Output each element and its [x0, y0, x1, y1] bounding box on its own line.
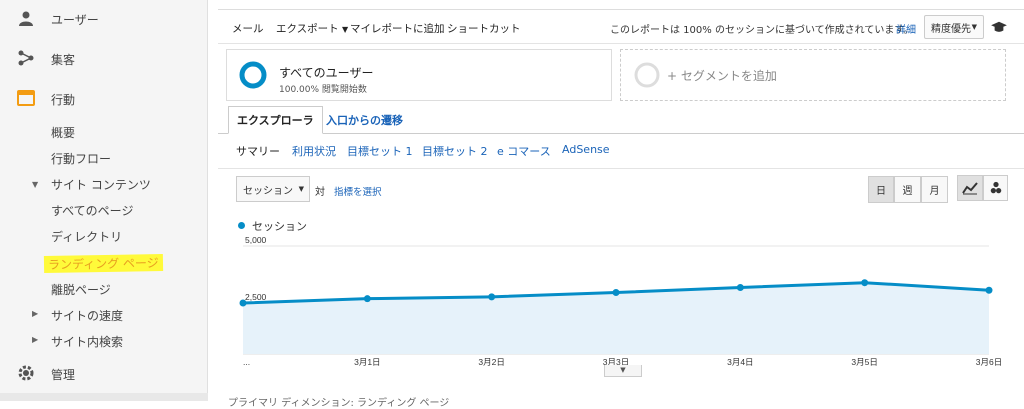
precision-select-value: 精度優先	[931, 23, 971, 35]
legend-label: セッション	[252, 220, 307, 233]
sidebar-item-label: 集客	[51, 53, 76, 67]
sidebar-item-behavior[interactable]: 行動	[0, 78, 208, 116]
data-point	[612, 289, 620, 297]
data-point	[736, 283, 744, 291]
sidebar-item-site-content[interactable]: サイト コンテンツ	[51, 176, 151, 193]
sampling-notice: このレポートは 100% のセッションに基づいて作成されています。	[610, 25, 914, 36]
segment-all-users[interactable]: すべてのユーザー 100.00% 閲覧開始数	[226, 49, 612, 101]
y-tick-label: 5,000	[245, 236, 267, 245]
top-strip	[218, 0, 1024, 10]
sidebar-item-label: 管理	[51, 368, 76, 382]
tab-explorer[interactable]: エクスプローラ	[228, 106, 323, 134]
sessions-chart: 5,0002,500... 3月1日 3月2日 3月3日 3月4日 3月5日 3月6日	[239, 236, 1002, 367]
caret-right-icon: ▶	[32, 309, 39, 318]
primary-dimension-partial: プライマリ ディメンション: ランディング ページ	[228, 398, 450, 409]
sidebar-item-label: ユーザー	[51, 13, 99, 27]
y-tick-label: 2,500	[245, 292, 267, 302]
segment-title: すべてのユーザー	[279, 66, 374, 80]
export-button[interactable]: エクスポート ▼	[276, 21, 348, 36]
subtab-adsense[interactable]: AdSense	[562, 143, 610, 156]
data-point	[488, 293, 496, 301]
segment-subtitle: 100.00% 閲覧開始数	[279, 85, 367, 95]
details-link[interactable]: 詳細	[896, 21, 916, 36]
motion-chart-button[interactable]	[983, 175, 1008, 201]
sidebar-item-landing-page[interactable]: ランディング ページ	[43, 253, 163, 274]
add-segment-box[interactable]: + セグメントを追加	[620, 49, 1006, 101]
person-icon	[19, 11, 33, 26]
gear-icon	[18, 365, 34, 381]
caret-right-icon: ▶	[32, 335, 39, 344]
sidebar-item-overview[interactable]: 概要	[51, 124, 75, 141]
divider	[218, 168, 1024, 169]
subtab-ecommerce[interactable]: e コマース	[497, 143, 551, 159]
sidebar-item-admin[interactable]: 管理	[0, 354, 208, 392]
subtab-usage[interactable]: 利用状況	[292, 143, 336, 159]
legend-dot	[238, 222, 245, 229]
month-button[interactable]: 月	[921, 176, 948, 203]
chart-collapse-handle[interactable]: ▼	[604, 365, 642, 377]
week-button[interactable]: 週	[894, 176, 921, 203]
sidebar-item-site-speed[interactable]: サイトの速度	[51, 307, 123, 324]
metric-select[interactable]: セッション ▼	[236, 176, 310, 202]
sidebar-item-all-pages[interactable]: すべてのページ	[51, 202, 133, 219]
line-chart-icon	[962, 182, 978, 195]
acquisition-icon	[18, 50, 34, 66]
report-tabs: エクスプローラ 入口からの遷移	[218, 106, 1024, 134]
export-label: エクスポート	[276, 23, 339, 35]
x-tick-label: 3月5日	[851, 357, 877, 367]
sidebar-item-exit-pages[interactable]: 離脱ページ	[51, 281, 111, 298]
x-tick-label: ...	[243, 357, 250, 367]
empty-ring-icon	[634, 62, 660, 88]
vs-label: 対	[315, 187, 325, 198]
subtab-goal-set-1[interactable]: 目標セット 1	[347, 143, 413, 159]
behavior-icon	[17, 90, 35, 106]
sidebar-footer	[0, 393, 208, 401]
sidebar-item-users[interactable]: ユーザー	[0, 0, 208, 38]
email-button[interactable]: メール	[232, 21, 264, 36]
data-point	[985, 286, 993, 294]
caret-down-icon: ▼	[342, 25, 349, 34]
caret-down-icon: ▼	[971, 23, 977, 31]
segment-ring-icon	[239, 61, 267, 89]
precision-select[interactable]: 精度優先 ▼	[924, 15, 984, 39]
data-point	[861, 279, 869, 287]
tab-entrance-paths[interactable]: 入口からの遷移	[318, 106, 411, 134]
choose-metric-link[interactable]: 指標を選択	[334, 184, 382, 198]
shortcut-button[interactable]: ショートカット	[447, 21, 521, 36]
sidebar-item-site-search[interactable]: サイト内検索	[51, 333, 123, 350]
graduation-cap-icon[interactable]	[990, 20, 1008, 34]
sidebar-item-label: 行動	[51, 93, 76, 107]
add-to-dashboard-button[interactable]: マイレポートに追加	[350, 21, 445, 36]
bubble-chart-icon	[990, 181, 1001, 194]
data-point	[363, 295, 371, 303]
add-segment-label: + セグメントを追加	[667, 69, 777, 83]
day-button[interactable]: 日	[868, 176, 894, 203]
sidebar: ユーザー 集客 行動 概要 行動フロー ▼ サイト コンテンツ すべてのページ …	[0, 0, 208, 401]
subtab-goal-set-2[interactable]: 目標セット 2	[422, 143, 488, 159]
caret-down-icon: ▼	[298, 185, 304, 193]
x-tick-label: 3月2日	[478, 357, 504, 367]
metric-select-value: セッション	[243, 185, 293, 197]
x-tick-label: 3月4日	[727, 357, 753, 367]
sidebar-item-directory[interactable]: ディレクトリ	[51, 228, 122, 245]
sidebar-item-behavior-flow[interactable]: 行動フロー	[51, 150, 111, 167]
line-chart-button[interactable]	[957, 175, 983, 201]
x-tick-label: 3月6日	[976, 357, 1002, 367]
report-toolbar: メール エクスポート ▼ マイレポートに追加 ショートカット このレポートは 1…	[218, 10, 1024, 44]
caret-down-icon: ▼	[32, 180, 39, 189]
subtab-summary[interactable]: サマリー	[236, 143, 280, 159]
x-tick-label: 3月1日	[354, 357, 380, 367]
sidebar-item-acquisition[interactable]: 集客	[0, 39, 208, 77]
main-content: メール エクスポート ▼ マイレポートに追加 ショートカット このレポートは 1…	[218, 0, 1024, 409]
